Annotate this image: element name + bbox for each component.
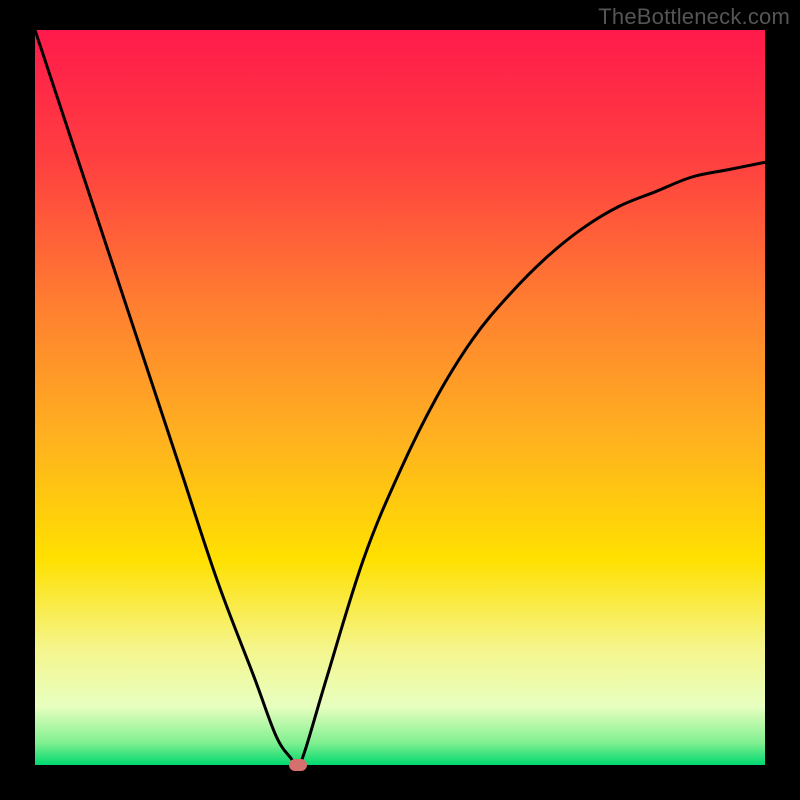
optimal-point-marker <box>289 759 307 771</box>
watermark-label: TheBottleneck.com <box>598 4 790 30</box>
bottleneck-curve <box>35 30 765 765</box>
plot-area <box>35 30 765 765</box>
curve-line <box>35 30 765 765</box>
chart-frame: TheBottleneck.com <box>0 0 800 800</box>
